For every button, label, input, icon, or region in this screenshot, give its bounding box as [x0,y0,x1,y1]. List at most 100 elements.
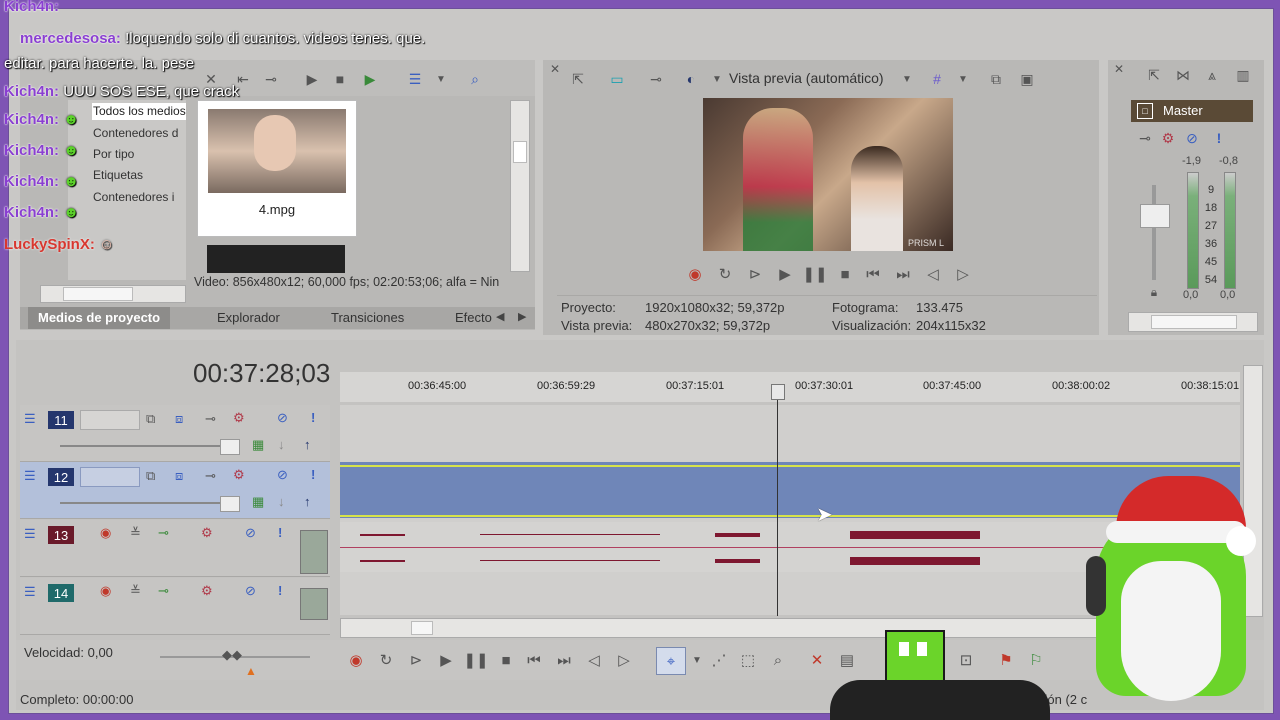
downmix-icon[interactable]: ⋈ [1174,66,1192,84]
go-to-start-icon[interactable]: ⏮ [523,649,545,671]
play-from-start-icon[interactable]: ⊳ [744,263,766,285]
master-hscrollbar[interactable] [1128,312,1258,332]
comp-child-icon[interactable]: ▦ [252,437,264,453]
compositing-icon[interactable]: ⧈ [175,468,183,484]
record-icon[interactable]: ◉ [684,263,706,285]
chevron-down-icon[interactable]: ▼ [686,649,708,671]
chevron-right-icon[interactable]: ▶ [518,310,526,323]
tab-project-media[interactable]: Medios de proyecto [28,307,171,329]
master-fader-handle[interactable] [1140,204,1170,228]
copy-snapshot-icon[interactable]: ⧉ [987,70,1005,88]
tree-item-tags[interactable]: Etiquetas [93,168,143,182]
close-icon[interactable]: ✕ [546,60,564,78]
zoom-tool-icon[interactable]: ⌕ [767,649,789,671]
next-frame-icon[interactable]: ▷ [952,263,974,285]
motion-icon[interactable]: ⧉ [146,411,155,427]
stop-icon[interactable]: ■ [331,70,349,88]
chevron-down-icon[interactable]: ▼ [432,70,450,88]
solo-icon[interactable]: ! [1210,129,1228,147]
preview-quality-select[interactable]: Vista previa (automático) [729,70,884,86]
close-icon[interactable]: ✕ [1110,60,1128,78]
marker-icon[interactable]: ⚑ [995,649,1017,671]
play-icon[interactable]: ▶ [435,649,457,671]
properties-icon[interactable]: ⇱ [1145,66,1163,84]
gear-icon[interactable]: ⚙ [233,410,245,426]
track-header-11[interactable]: ☰ 11 ⧉ ⧈ ⊸ ⚙ ⊘ ! ▦ ↓ ↑ [20,405,330,462]
gear-icon[interactable]: ⚙ [1159,129,1177,147]
views-icon[interactable]: ☰ [406,70,424,88]
playhead[interactable] [777,386,778,616]
selection-tool-icon[interactable]: ⬚ [737,649,759,671]
plug-icon[interactable]: ⊸ [647,70,665,88]
grid-icon[interactable]: # [928,70,946,88]
solo-icon[interactable]: ! [311,410,315,425]
prev-frame-icon[interactable]: ◁ [583,649,605,671]
solo-icon[interactable]: ! [311,467,315,482]
stop-icon[interactable]: ■ [495,649,517,671]
envelope-tool-icon[interactable]: ⋰ [708,649,730,671]
pause-icon[interactable]: ❚❚ [463,649,488,671]
sound-icon[interactable]: ≚ [130,525,141,541]
tab-transitions[interactable]: Transiciones [321,307,414,329]
loop-icon[interactable]: ↻ [714,263,736,285]
mute-icon[interactable]: ⊘ [1183,129,1201,147]
gear-icon[interactable]: ⚙ [201,583,213,599]
play-from-start-icon[interactable]: ⊳ [405,649,427,671]
plug-icon[interactable]: ⊸ [262,70,280,88]
record-icon[interactable]: ◉ [345,649,367,671]
level-slider-handle[interactable] [220,496,240,512]
go-to-end-icon[interactable]: ⏭ [553,649,575,671]
region-icon[interactable]: ⚐ [1025,649,1047,671]
arrow-down-icon[interactable]: ↓ [278,437,285,452]
gear-icon[interactable]: ⚙ [233,467,245,483]
play-icon[interactable]: ▶ [774,263,796,285]
lock-icon[interactable]: ⊡ [955,649,977,671]
level-slider[interactable] [60,502,240,504]
comp-child-icon[interactable]: ▦ [252,494,264,510]
solo-icon[interactable]: ! [278,583,282,598]
gear-icon[interactable]: ⚙ [201,525,213,541]
delete-icon[interactable]: ✕ [806,649,828,671]
plug-icon[interactable]: ⊸ [158,525,169,541]
mute-icon[interactable]: ⊘ [277,467,288,483]
arm-record-icon[interactable]: ◉ [100,583,111,599]
lock-icon[interactable]: 🔒︎ [1145,283,1163,301]
normal-edit-tool-icon[interactable]: ⌖ [656,647,686,675]
go-to-start-icon[interactable]: ⏮ [862,263,884,285]
level-slider-handle[interactable] [220,439,240,455]
track-name-field[interactable] [80,410,140,430]
speed-slider-handle[interactable]: ◆◆ [222,647,242,663]
tree-item-smart-bins[interactable]: Contenedores i [93,190,174,204]
compositing-icon[interactable]: ⧈ [175,411,183,427]
track-header-13[interactable]: ☰ 13 ◉ ≚ ⊸ ⚙ ⊘ ! [20,520,330,577]
mute-icon[interactable]: ⊘ [245,525,256,541]
meter-icon[interactable]: ▥ [1234,66,1252,84]
mute-icon[interactable]: ⊘ [245,583,256,599]
minimize-icon[interactable]: ☰ [24,584,36,600]
track-header-12[interactable]: ☰ 12 ⧉ ⧈ ⊸ ⚙ ⊘ ! ▦ ↓ ↑ [20,462,330,519]
plug-icon[interactable]: ⊸ [158,583,169,599]
tree-item-bins[interactable]: Contenedores d [93,126,178,140]
opacity-envelope[interactable] [340,465,1240,467]
media-thumbnail-2[interactable] [207,245,345,273]
minimize-icon[interactable]: ☰ [24,411,36,427]
preview-device-icon[interactable]: ⇱ [569,70,587,88]
plug-icon[interactable]: ⊸ [1136,129,1154,147]
fx-icon[interactable]: ◐ [682,70,700,88]
dim-icon[interactable]: ⩓ [1203,66,1221,84]
save-snapshot-icon[interactable]: ▣ [1018,70,1036,88]
prev-frame-icon[interactable]: ◁ [922,263,944,285]
track-header-14[interactable]: ☰ 14 ◉ ≚ ⊸ ⚙ ⊘ ! [20,578,330,635]
media-vscrollbar[interactable] [510,100,530,272]
minimize-icon[interactable]: ☰ [24,468,36,484]
level-slider[interactable] [60,445,240,447]
trim-icon[interactable]: ▤ [836,649,858,671]
arm-record-icon[interactable]: ◉ [100,525,111,541]
screen-icon[interactable]: ▭ [608,70,626,88]
loop-icon[interactable]: ↻ [375,649,397,671]
track-name-field[interactable] [80,467,140,487]
tree-hscrollbar[interactable] [40,285,186,303]
sound-icon[interactable]: ≚ [130,583,141,599]
motion-icon[interactable]: ⧉ [146,468,155,484]
search-icon[interactable]: ⌕ [466,70,484,88]
